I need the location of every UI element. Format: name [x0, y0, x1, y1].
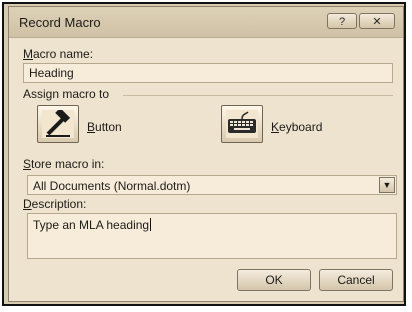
assign-group-divider [123, 95, 393, 96]
store-macro-mnemonic: S [23, 157, 32, 171]
ok-button[interactable]: OK [237, 269, 311, 291]
macro-name-label-rest: acro name: [33, 47, 94, 61]
macro-name-mnemonic: M [23, 47, 33, 61]
assign-button-label: Button [87, 120, 122, 134]
description-text: Type an MLA heading [33, 218, 150, 232]
assign-button-label-rest: utton [95, 120, 122, 134]
text-caret [150, 218, 152, 231]
hammer-icon [42, 110, 74, 138]
store-macro-value: All Documents (Normal.dotm) [33, 179, 191, 193]
help-button[interactable]: ? [327, 13, 357, 29]
store-macro-select[interactable]: All Documents (Normal.dotm) ▼ [27, 175, 397, 195]
store-macro-label-rest: tore macro in: [31, 157, 105, 171]
macro-name-label: Macro name: [23, 47, 93, 61]
macro-name-input[interactable]: Heading [23, 63, 393, 83]
assign-button-mnemonic: B [87, 120, 96, 134]
record-macro-dialog: Record Macro ? ✕ Macro name: Heading Ass… [8, 6, 404, 302]
title-bar: Record Macro ? ✕ [9, 7, 403, 38]
store-macro-label: Store macro in: [23, 157, 104, 171]
description-label-rest: escription: [31, 197, 87, 211]
cancel-button[interactable]: Cancel [319, 269, 393, 291]
description-textarea[interactable]: Type an MLA heading [27, 213, 397, 259]
assign-macro-label: Assign macro to [23, 87, 110, 101]
assign-keyboard-button[interactable] [221, 105, 263, 143]
assign-keyboard-label: Keyboard [271, 120, 322, 134]
keyboard-icon [226, 110, 258, 138]
screenshot-frame: Record Macro ? ✕ Macro name: Heading Ass… [2, 2, 406, 306]
description-label: Description: [23, 197, 86, 211]
dialog-title: Record Macro [19, 15, 101, 30]
close-button[interactable]: ✕ [359, 13, 395, 29]
assign-keyboard-mnemonic: K [271, 120, 280, 134]
description-mnemonic: D [23, 197, 32, 211]
assign-keyboard-label-rest: eyboard [279, 120, 323, 134]
chevron-down-icon[interactable]: ▼ [379, 177, 395, 193]
assign-button-button[interactable] [37, 105, 79, 143]
